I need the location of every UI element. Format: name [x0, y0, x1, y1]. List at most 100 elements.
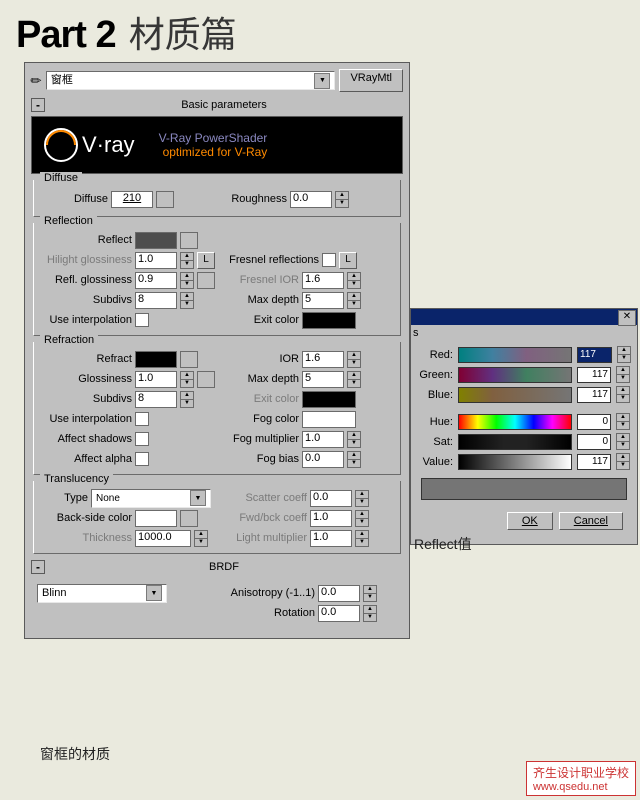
refr-gloss-spinner[interactable]: ▲▼: [180, 371, 194, 388]
brdf-type-dropdown[interactable]: Blinn ▼: [37, 584, 167, 603]
backside-swatch[interactable]: [135, 510, 177, 527]
affect-shadows-label: Affect shadows: [38, 433, 132, 445]
scatter-spinner[interactable]: ▲▼: [355, 490, 369, 507]
sat-input[interactable]: 0: [577, 434, 611, 450]
refract-map-slot[interactable]: [180, 351, 198, 368]
hilight-lock-button[interactable]: L: [197, 252, 215, 269]
diffuse-map-slot[interactable]: [156, 191, 174, 208]
refl-exitcolor-label: Exit color: [219, 314, 299, 326]
hue-input[interactable]: 0: [577, 414, 611, 430]
val-spinner[interactable]: ▲▼: [616, 453, 630, 470]
roughness-input[interactable]: 0.0: [290, 191, 332, 208]
fresnel-checkbox[interactable]: [322, 253, 336, 267]
backside-map-slot[interactable]: [180, 510, 198, 527]
pick-material-icon[interactable]: ✎: [27, 71, 46, 90]
fog-bias-label: Fog bias: [219, 453, 299, 465]
lightmult-spinner[interactable]: ▲▼: [355, 530, 369, 547]
refl-gloss-input[interactable]: 0.9: [135, 272, 177, 289]
fresnel-lock-button[interactable]: L: [339, 252, 357, 269]
refract-swatch[interactable]: [135, 351, 177, 368]
trans-type-dropdown[interactable]: None ▼: [91, 489, 211, 508]
refl-subdivs-spinner[interactable]: ▲▼: [180, 292, 194, 309]
brdf-toggle[interactable]: -: [31, 560, 45, 574]
fwdbck-spinner[interactable]: ▲▼: [355, 510, 369, 527]
rollout-brdf-header[interactable]: - BRDF: [31, 560, 403, 574]
color-picker-titlebar[interactable]: ✕: [411, 309, 637, 325]
refr-exitcolor-swatch[interactable]: [302, 391, 356, 408]
fresnel-ior-spinner[interactable]: ▲▼: [347, 272, 361, 289]
ior-spinner[interactable]: ▲▼: [347, 351, 361, 368]
affect-shadows-checkbox[interactable]: [135, 432, 149, 446]
ior-label: IOR: [219, 353, 299, 365]
cancel-button[interactable]: Cancel: [559, 512, 623, 530]
material-type-button[interactable]: VRayMtl: [339, 69, 403, 92]
rollout-basic-header[interactable]: - Basic parameters: [31, 98, 403, 112]
close-icon[interactable]: ✕: [618, 310, 636, 326]
refr-maxdepth-input[interactable]: 5: [302, 371, 344, 388]
refl-gloss-spinner[interactable]: ▲▼: [180, 272, 194, 289]
rollout-toggle[interactable]: -: [31, 98, 45, 112]
blue-input[interactable]: 117: [577, 387, 611, 403]
scatter-input[interactable]: 0.0: [310, 490, 352, 507]
ior-input[interactable]: 1.6: [302, 351, 344, 368]
hue-spinner[interactable]: ▲▼: [616, 413, 630, 430]
trans-type-value: None: [96, 490, 120, 507]
affect-alpha-checkbox[interactable]: [135, 452, 149, 466]
fwdbck-input[interactable]: 1.0: [310, 510, 352, 527]
refr-gloss-input[interactable]: 1.0: [135, 371, 177, 388]
fresnel-ior-input[interactable]: 1.6: [302, 272, 344, 289]
aniso-spinner[interactable]: ▲▼: [363, 585, 377, 602]
refl-gloss-map-slot[interactable]: [197, 272, 215, 289]
refr-gloss-map-slot[interactable]: [197, 371, 215, 388]
rotation-input[interactable]: 0.0: [318, 605, 360, 622]
val-ramp[interactable]: [458, 454, 572, 470]
val-input[interactable]: 117: [577, 454, 611, 470]
refl-maxdepth-input[interactable]: 5: [302, 292, 344, 309]
chevron-down-icon[interactable]: ▼: [146, 585, 162, 601]
rotation-spinner[interactable]: ▲▼: [363, 605, 377, 622]
refl-interp-checkbox[interactable]: [135, 313, 149, 327]
fog-color-swatch[interactable]: [302, 411, 356, 428]
chevron-down-icon[interactable]: ▼: [314, 73, 330, 89]
refr-subdivs-input[interactable]: 8: [135, 391, 177, 408]
fog-bias-input[interactable]: 0.0: [302, 451, 344, 468]
reflect-swatch[interactable]: [135, 232, 177, 249]
green-spinner[interactable]: ▲▼: [616, 366, 630, 383]
material-name-dropdown[interactable]: 窗框 ▼: [46, 71, 336, 90]
blue-ramp[interactable]: [458, 387, 572, 403]
right-caption: Reflect值: [414, 534, 472, 554]
red-spinner[interactable]: ▲▼: [617, 346, 631, 363]
refr-maxdepth-spinner[interactable]: ▲▼: [347, 371, 361, 388]
sat-ramp[interactable]: [458, 434, 572, 450]
hue-ramp[interactable]: [458, 414, 572, 430]
diffuse-value[interactable]: 210: [111, 191, 153, 208]
vray-line2: optimized for V-Ray: [159, 145, 268, 159]
red-ramp[interactable]: [458, 347, 572, 363]
fog-bias-spinner[interactable]: ▲▼: [347, 451, 361, 468]
reflection-group: Reflect Hilight glossiness 1.0 ▲▼ L Refl…: [33, 223, 401, 336]
green-ramp[interactable]: [458, 367, 572, 383]
hilight-gloss-input[interactable]: 1.0: [135, 252, 177, 269]
refl-maxdepth-spinner[interactable]: ▲▼: [347, 292, 361, 309]
fog-mult-spinner[interactable]: ▲▼: [347, 431, 361, 448]
thickness-input[interactable]: 1000.0: [135, 530, 191, 547]
refr-subdivs-spinner[interactable]: ▲▼: [180, 391, 194, 408]
chevron-down-icon[interactable]: ▼: [190, 490, 206, 506]
sat-spinner[interactable]: ▲▼: [616, 433, 630, 450]
roughness-spinner[interactable]: ▲▼: [335, 191, 349, 208]
green-input[interactable]: 117: [577, 367, 611, 383]
ok-button[interactable]: OK: [507, 512, 553, 530]
rotation-label: Rotation: [219, 607, 315, 619]
hilight-gloss-spinner[interactable]: ▲▼: [180, 252, 194, 269]
refl-subdivs-input[interactable]: 8: [135, 292, 177, 309]
fog-mult-input[interactable]: 1.0: [302, 431, 344, 448]
red-input[interactable]: 117: [577, 347, 612, 363]
blue-spinner[interactable]: ▲▼: [616, 386, 630, 403]
hilight-gloss-label: Hilight glossiness: [38, 254, 132, 266]
lightmult-input[interactable]: 1.0: [310, 530, 352, 547]
thickness-spinner[interactable]: ▲▼: [194, 530, 208, 547]
refl-exitcolor-swatch[interactable]: [302, 312, 356, 329]
aniso-input[interactable]: 0.0: [318, 585, 360, 602]
reflect-map-slot[interactable]: [180, 232, 198, 249]
refr-interp-checkbox[interactable]: [135, 412, 149, 426]
